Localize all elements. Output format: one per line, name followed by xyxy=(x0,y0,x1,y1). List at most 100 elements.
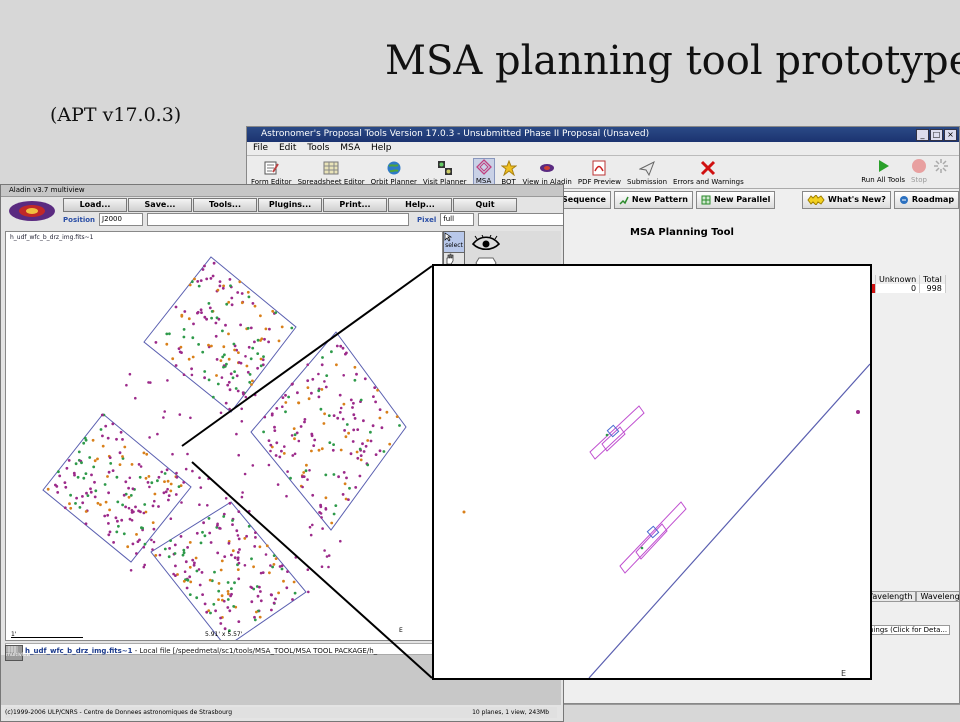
source-marker xyxy=(259,364,263,368)
save-button[interactable]: Save... xyxy=(128,198,192,212)
roadmap-button[interactable]: Roadmap xyxy=(893,191,959,209)
source-marker xyxy=(268,571,271,575)
source-marker xyxy=(207,378,211,382)
source-marker xyxy=(255,610,258,614)
tool-pdf-preview[interactable]: PDF Preview xyxy=(578,160,621,188)
source-marker xyxy=(215,374,218,377)
minimize-button[interactable]: _ xyxy=(916,129,929,141)
eye-icon[interactable] xyxy=(471,235,501,251)
tool-submission[interactable]: Submission xyxy=(627,160,667,188)
source-marker xyxy=(203,315,207,319)
source-marker xyxy=(274,557,278,560)
source-marker xyxy=(250,383,253,386)
source-marker xyxy=(332,414,336,417)
menu-edit[interactable]: Edit xyxy=(279,143,296,153)
run-all-tools-button[interactable]: Run All Tools xyxy=(861,158,905,186)
stop-button[interactable]: Stop xyxy=(911,158,927,186)
source-marker xyxy=(323,412,326,416)
source-marker xyxy=(286,470,289,473)
menu-help[interactable]: Help xyxy=(371,143,392,153)
source-marker xyxy=(253,304,257,308)
source-marker xyxy=(223,353,226,357)
source-marker xyxy=(374,400,377,404)
source-marker xyxy=(136,540,140,543)
source-marker xyxy=(226,590,230,593)
source-marker xyxy=(320,363,324,367)
source-marker xyxy=(188,541,192,544)
source-marker xyxy=(331,448,335,452)
tool-errors-warnings[interactable]: Errors and Warnings xyxy=(673,160,744,188)
multiview-toggle[interactable]: multiview xyxy=(5,645,30,661)
source-marker xyxy=(231,376,235,380)
source-marker xyxy=(270,608,273,612)
source-marker xyxy=(83,436,87,440)
wavelength-column[interactable]: Wavelength xyxy=(916,591,959,602)
source-marker xyxy=(171,357,175,361)
tools-button[interactable]: Tools... xyxy=(193,198,257,212)
source-marker xyxy=(280,325,284,329)
source-marker xyxy=(208,306,212,310)
maximize-button[interactable]: □ xyxy=(930,129,943,141)
source-marker xyxy=(69,506,73,510)
source-marker xyxy=(169,489,173,493)
source-marker xyxy=(325,374,329,377)
source-marker xyxy=(259,590,262,593)
table-cell: 0 xyxy=(876,284,921,293)
source-marker xyxy=(262,355,265,358)
source-marker xyxy=(374,453,378,456)
new-parallel-button[interactable]: New Parallel xyxy=(695,191,776,209)
spreadsheet-icon xyxy=(323,161,339,175)
load-button[interactable]: Load... xyxy=(63,198,127,212)
print-button[interactable]: Print... xyxy=(323,198,387,212)
quit-button[interactable]: Quit xyxy=(453,198,517,212)
source-marker xyxy=(67,459,71,462)
source-marker xyxy=(81,501,85,505)
slide-title: MSA planning tool prototype xyxy=(385,38,960,84)
source-marker xyxy=(240,407,243,411)
source-marker xyxy=(93,480,96,484)
sequence-button[interactable]: Sequence xyxy=(557,191,611,209)
source-marker xyxy=(272,563,276,566)
source-marker xyxy=(172,572,175,576)
frame-select[interactable]: J2000 xyxy=(99,213,144,226)
source-marker xyxy=(152,527,156,531)
source-marker xyxy=(118,451,122,455)
source-marker xyxy=(143,503,147,506)
source-marker xyxy=(197,284,201,288)
source-marker xyxy=(254,531,257,534)
position-input[interactable] xyxy=(147,213,410,226)
source-marker xyxy=(281,405,284,408)
source-marker xyxy=(121,438,124,441)
source-marker xyxy=(285,586,289,590)
source-marker xyxy=(173,543,177,547)
aladin-image-view[interactable]: h_udf_wfc_b_drz_img.fits~1 xyxy=(5,231,443,641)
source-marker xyxy=(229,372,233,376)
source-marker xyxy=(191,336,195,340)
whats-new-button[interactable]: What's New? xyxy=(802,191,891,209)
source-marker xyxy=(188,283,192,287)
plugins-button[interactable]: Plugins... xyxy=(258,198,322,212)
source-marker xyxy=(96,457,99,461)
help-button[interactable]: Help... xyxy=(388,198,452,212)
source-marker xyxy=(221,329,224,333)
pixel-select[interactable]: full xyxy=(440,213,475,226)
source-marker xyxy=(219,622,223,625)
source-marker xyxy=(119,430,123,434)
source-marker xyxy=(201,350,205,354)
menu-file[interactable]: File xyxy=(253,143,268,153)
source-marker xyxy=(209,611,212,615)
source-marker xyxy=(339,406,343,410)
menu-msa[interactable]: MSA xyxy=(340,143,360,153)
select-tool[interactable]: select xyxy=(443,231,465,253)
new-pattern-button[interactable]: New Pattern xyxy=(613,191,693,209)
warnings-link[interactable]: arnings (Click for Deta... xyxy=(859,625,951,635)
source-marker xyxy=(211,395,215,399)
source-marker xyxy=(226,598,230,601)
menu-tools[interactable]: Tools xyxy=(307,143,329,153)
close-button[interactable]: × xyxy=(944,129,957,141)
source-marker xyxy=(197,343,201,346)
source-marker xyxy=(150,481,154,485)
source-marker xyxy=(272,601,276,605)
source-marker xyxy=(359,454,363,457)
source-marker xyxy=(187,317,191,321)
